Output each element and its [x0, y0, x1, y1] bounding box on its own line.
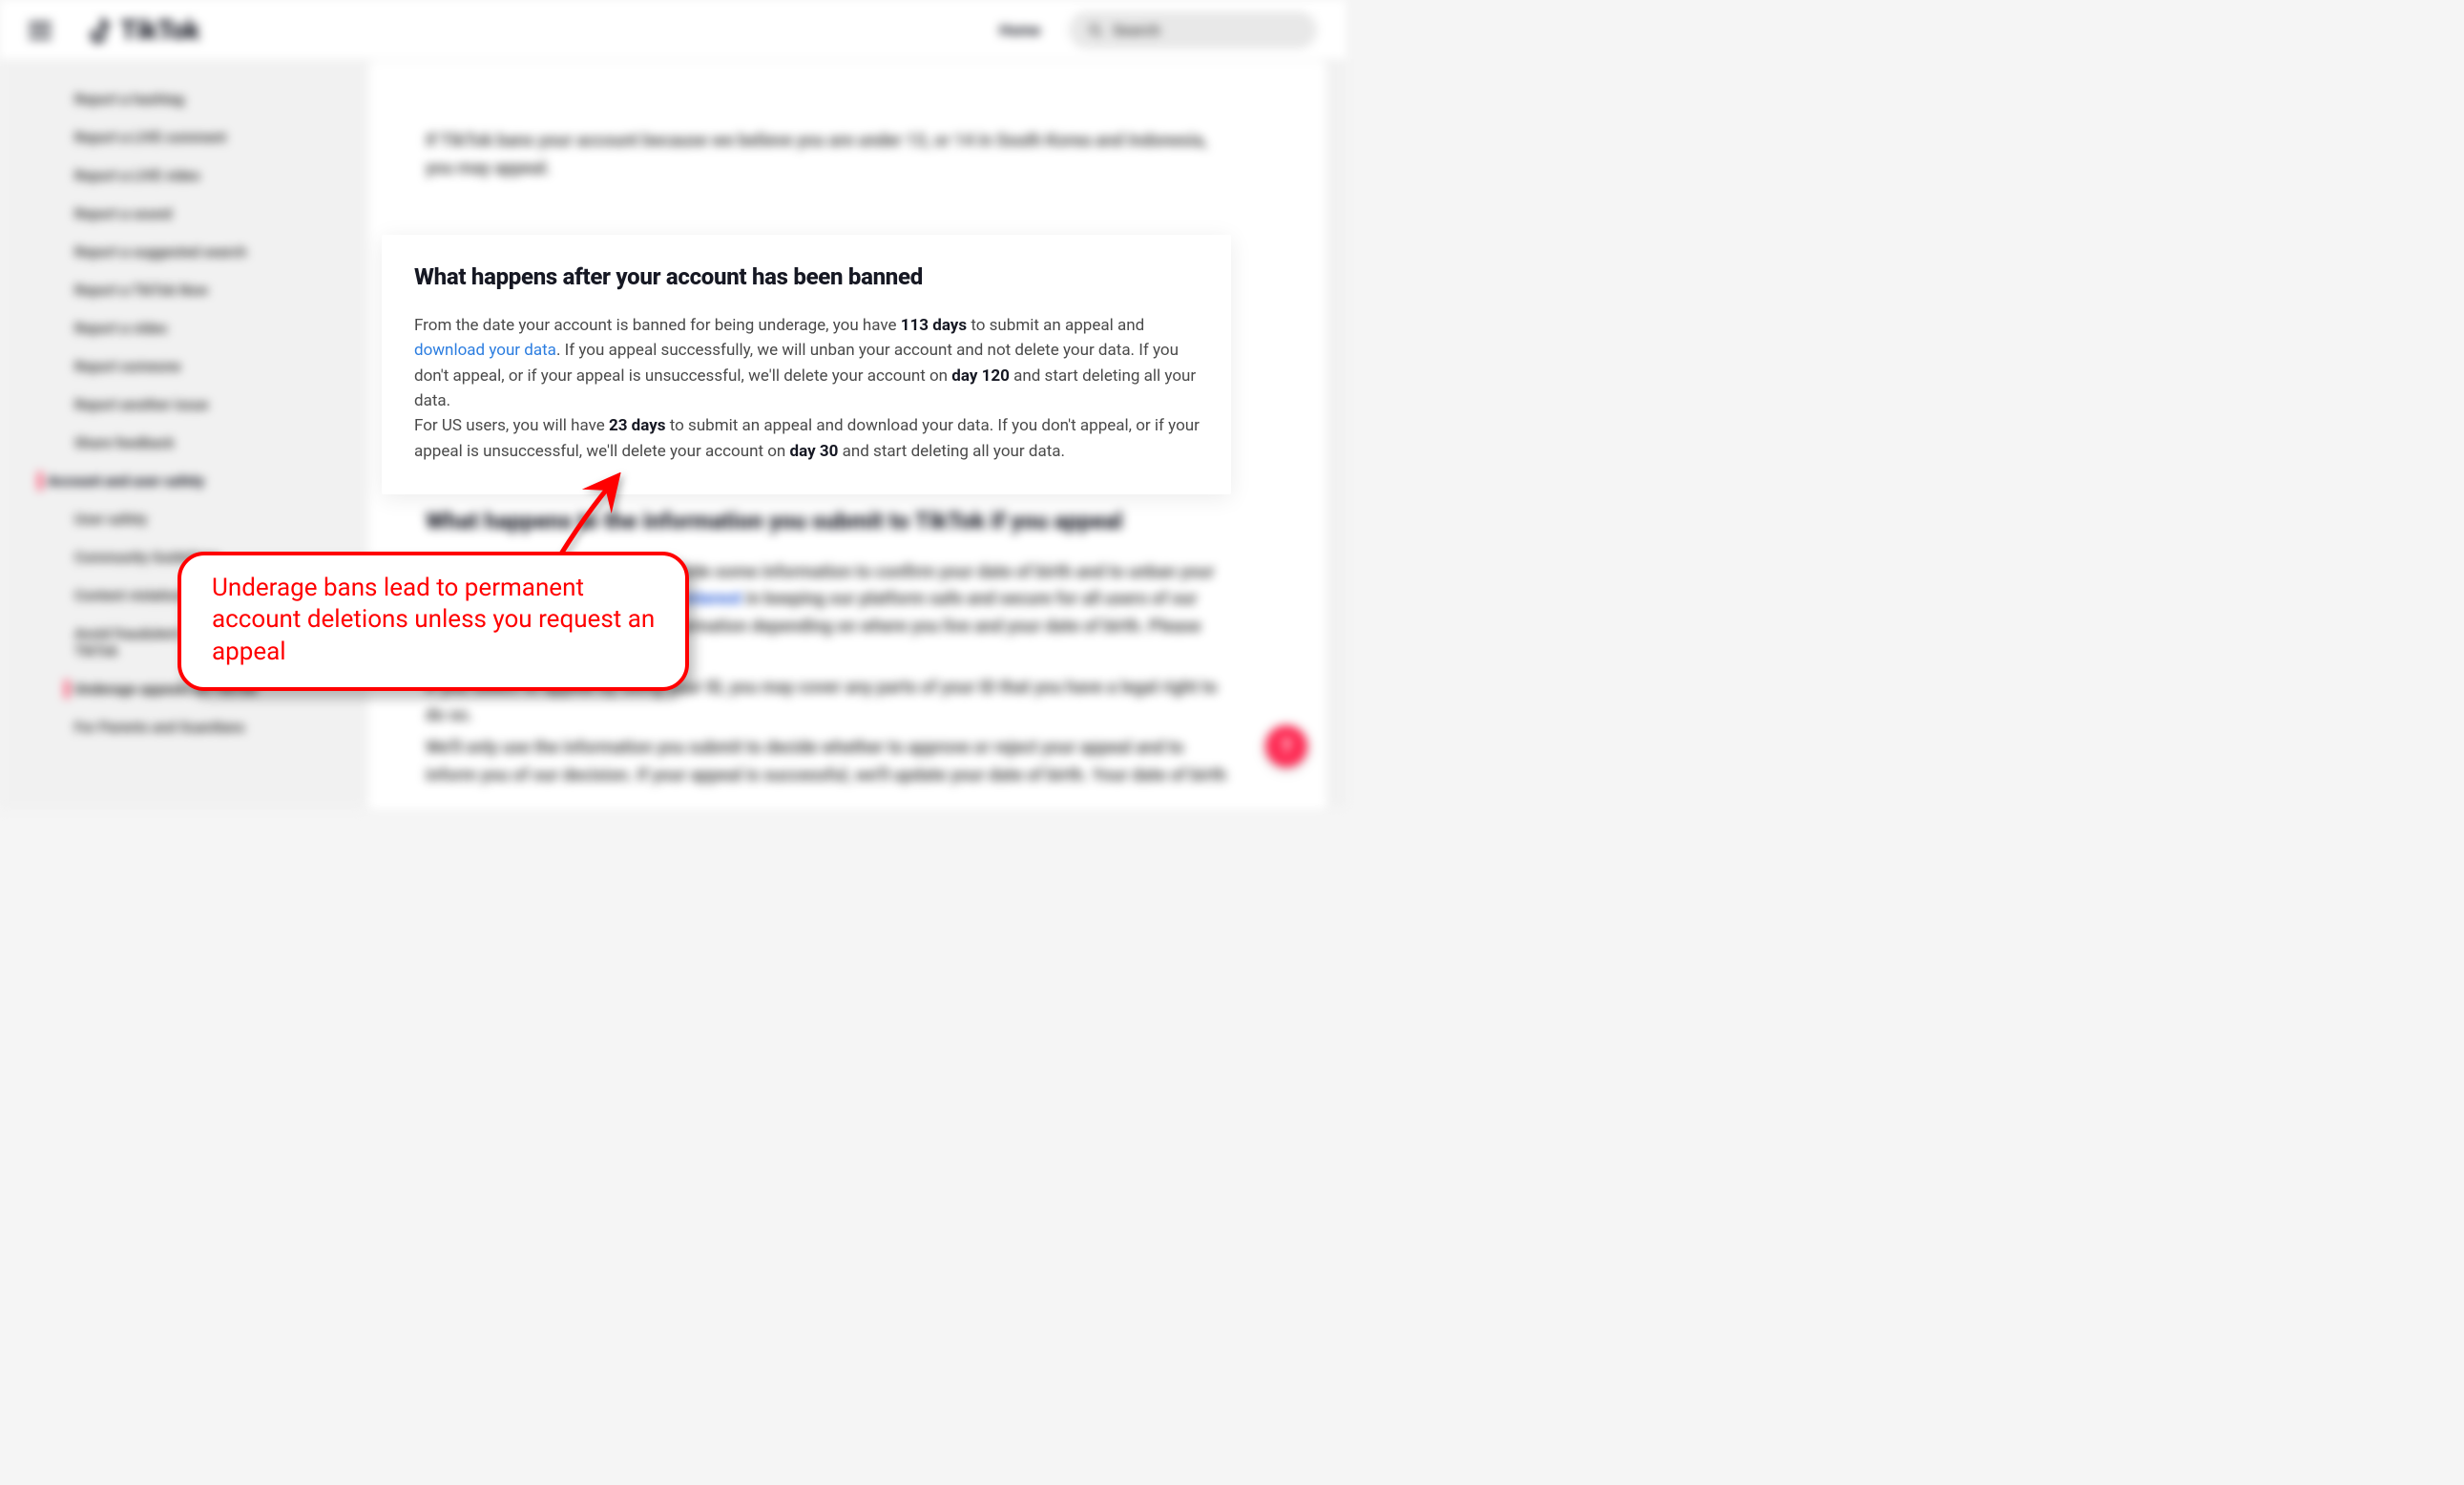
- sidebar-item[interactable]: Report a LIVE comment: [29, 118, 344, 157]
- sidebar-item[interactable]: Share feedback: [29, 424, 344, 462]
- sidebar-item[interactable]: Report someone: [29, 347, 344, 386]
- sidebar-item[interactable]: Report another issue: [29, 386, 344, 424]
- sidebar-section-account-safety[interactable]: Account and user safety: [29, 462, 344, 500]
- sidebar-item[interactable]: Report a sound: [29, 195, 344, 233]
- download-your-data-link[interactable]: download your data: [414, 341, 556, 360]
- section2-heading: What happens to the information you subm…: [426, 508, 1231, 534]
- brand-text: TikTok: [120, 14, 199, 46]
- search-placeholder: Search: [1113, 21, 1160, 39]
- sidebar-item[interactable]: User safety: [29, 500, 344, 538]
- intro-paragraph: If TikTok bans your account because we b…: [426, 128, 1231, 183]
- annotation-callout: Underage bans lead to permanent account …: [177, 552, 689, 691]
- nav-home-link[interactable]: Home: [999, 21, 1040, 39]
- help-fab-button[interactable]: ?: [1265, 725, 1307, 767]
- header: TikTok Home Search: [0, 0, 1346, 61]
- sidebar-item[interactable]: Report a hashtag: [29, 80, 344, 118]
- header-nav-right: Home Search: [999, 11, 1317, 49]
- tiktok-logo[interactable]: TikTok: [90, 14, 199, 46]
- search-icon: [1088, 23, 1103, 38]
- highlight-heading: What happens after your account has been…: [414, 263, 1212, 290]
- search-input[interactable]: Search: [1069, 11, 1317, 49]
- tiktok-note-icon: [90, 16, 115, 45]
- hamburger-menu-icon[interactable]: [29, 22, 52, 39]
- sidebar-item[interactable]: For Parents and Guardians: [29, 708, 344, 746]
- highlight-body: From the date your account is banned for…: [414, 313, 1212, 464]
- annotation-text: Underage bans lead to permanent account …: [212, 573, 658, 668]
- sidebar-item[interactable]: Report a LIVE video: [29, 157, 344, 195]
- highlighted-section-card: What happens after your account has been…: [382, 235, 1231, 494]
- sidebar-item[interactable]: Report a TikTok Now: [29, 271, 344, 309]
- sidebar: Report a hashtag Report a LIVE comment R…: [0, 61, 363, 809]
- help-icon: ?: [1282, 735, 1291, 758]
- sidebar-item[interactable]: Report a video: [29, 309, 344, 347]
- sidebar-item[interactable]: Report a suggested search: [29, 233, 344, 271]
